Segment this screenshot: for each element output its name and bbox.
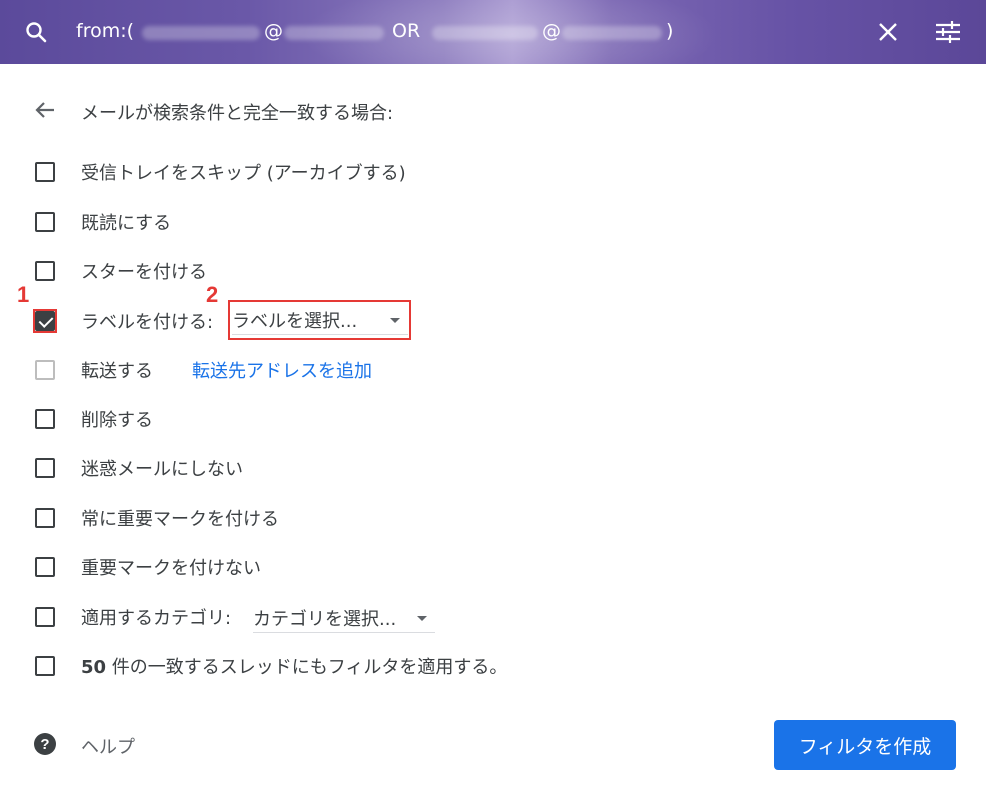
option-never-important[interactable]: 重要マークを付けない — [0, 551, 986, 583]
back-arrow-icon[interactable] — [33, 98, 57, 122]
checkbox[interactable] — [35, 458, 55, 478]
redacted-text — [142, 26, 260, 40]
option-skip-inbox[interactable]: 受信トレイをスキップ (アーカイブする) — [0, 156, 986, 188]
checkbox[interactable] — [35, 508, 55, 528]
option-always-important[interactable]: 常に重要マークを付ける — [0, 502, 986, 534]
help-link[interactable]: ヘルプ — [81, 733, 135, 759]
annotation-box-1 — [33, 309, 57, 333]
redacted-text — [562, 26, 662, 40]
checkbox[interactable] — [35, 409, 55, 429]
option-label: 常に重要マークを付ける — [81, 509, 279, 530]
option-apply-label[interactable]: ラベルを付ける: — [0, 305, 986, 337]
option-label-text: 件の一致するスレッドにもフィルタを適用する。 — [106, 657, 508, 678]
checkbox[interactable] — [35, 261, 55, 281]
option-forward[interactable]: 転送する 転送先アドレスを追加 — [0, 354, 986, 386]
checkbox[interactable] — [35, 212, 55, 232]
category-select-value: カテゴリを選択... — [253, 608, 397, 630]
option-label: 重要マークを付けない — [81, 558, 261, 579]
annotation-box-2 — [228, 300, 411, 340]
checkbox[interactable] — [35, 557, 55, 577]
annotation-number-1: 1 — [17, 282, 30, 307]
option-label: スターを付ける — [81, 262, 207, 283]
option-label: 適用するカテゴリ: — [81, 608, 232, 629]
option-category[interactable]: 適用するカテゴリ: — [0, 601, 986, 633]
redacted-text — [432, 26, 538, 40]
option-star[interactable]: スターを付ける — [0, 255, 986, 287]
option-delete[interactable]: 削除する — [0, 403, 986, 435]
query-suffix: ) — [666, 20, 674, 42]
dropdown-arrow-icon — [417, 616, 427, 621]
query-or: OR — [392, 20, 421, 42]
checkbox[interactable] — [35, 656, 55, 676]
option-never-spam[interactable]: 迷惑メールにしない — [0, 452, 986, 484]
thread-count: 50 — [81, 657, 107, 678]
query-at: @ — [542, 20, 561, 42]
option-label: 転送する — [81, 361, 153, 382]
search-query[interactable]: from:( @ OR @ ) — [76, 20, 696, 46]
checkbox-disabled — [35, 360, 55, 380]
search-icon[interactable] — [20, 16, 52, 48]
option-label: 受信トレイをスキップ (アーカイブする) — [81, 163, 406, 184]
option-label: 50 件の一致するスレッドにもフィルタを適用する。 — [81, 653, 507, 679]
query-at: @ — [264, 20, 283, 42]
checkbox[interactable] — [35, 607, 55, 627]
close-icon[interactable] — [872, 16, 904, 48]
redacted-text — [284, 26, 384, 40]
option-label: 迷惑メールにしない — [81, 459, 243, 480]
filter-actions-title: メールが検索条件と完全一致する場合: — [81, 103, 394, 124]
option-apply-existing[interactable]: 50 件の一致するスレッドにもフィルタを適用する。 — [0, 650, 986, 682]
annotation-number-2: 2 — [206, 282, 219, 307]
option-label: 削除する — [81, 410, 153, 431]
create-filter-button[interactable]: フィルタを作成 — [774, 720, 956, 770]
category-select-dropdown[interactable]: カテゴリを選択... — [253, 603, 435, 633]
option-label: ラベルを付ける: — [81, 312, 214, 333]
tune-icon[interactable] — [932, 16, 964, 48]
svg-text:?: ? — [40, 736, 49, 753]
help-icon[interactable]: ? — [33, 732, 57, 756]
add-forwarding-address-link[interactable]: 転送先アドレスを追加 — [192, 357, 372, 383]
checkbox[interactable] — [35, 162, 55, 182]
search-header: from:( @ OR @ ) — [0, 0, 986, 64]
option-mark-read[interactable]: 既読にする — [0, 206, 986, 238]
option-label: 既読にする — [81, 213, 172, 234]
query-prefix: from:( — [76, 20, 135, 42]
